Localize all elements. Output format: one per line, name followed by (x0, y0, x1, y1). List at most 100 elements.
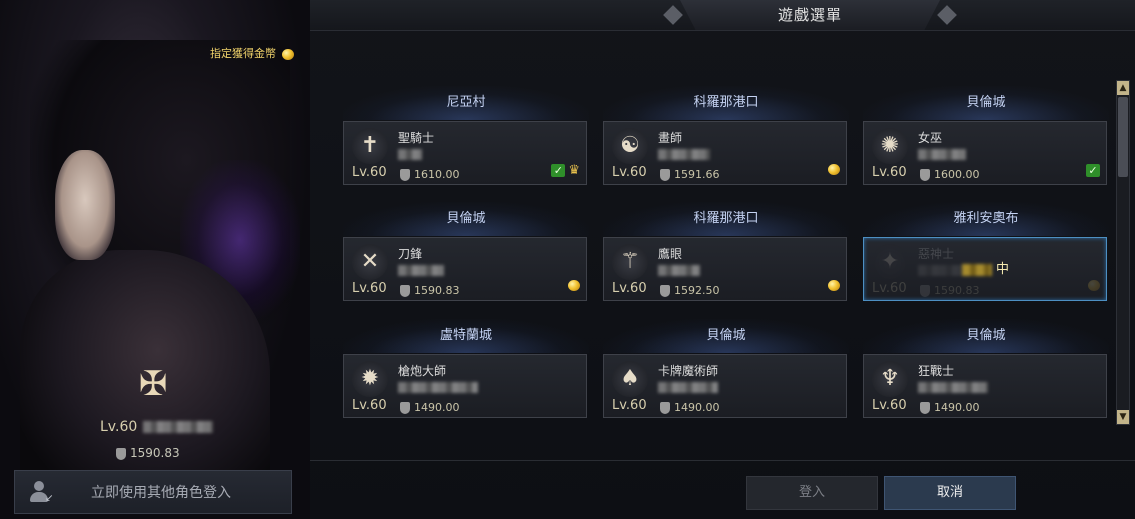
blurred-character-name (143, 421, 214, 433)
character-card-selected[interactable]: ✦ 惡神士 Lv.60 1590.83 中 (863, 237, 1107, 301)
class-emblem-icon: ✠ (138, 364, 168, 404)
card-status: 中 (962, 258, 1009, 277)
blurred-character-name (918, 265, 962, 276)
item-level-icon (920, 285, 930, 297)
item-level-icon (920, 402, 930, 414)
item-level-icon (660, 402, 670, 414)
game-menu: 遊戲選單 尼亞村 ✝ 聖騎士 Lv.60 1610.00 ✓ ♛ 科羅那港口 ☯… (310, 0, 1135, 519)
arcanist-icon: ♠ (612, 361, 648, 397)
location-label: 貝倫城 (863, 319, 1109, 353)
character-card[interactable]: ✝ 聖騎士 Lv.60 1610.00 ✓ ♛ (343, 121, 587, 185)
scroll-up-icon[interactable]: ▲ (1117, 81, 1129, 95)
card-level: Lv.60 (872, 398, 907, 413)
item-level-icon (400, 402, 410, 414)
gold-hint-label: 指定獲得金幣 (210, 47, 276, 60)
item-level-icon (920, 169, 930, 181)
blurred-character-name (398, 265, 444, 276)
class-icon: ✦ (872, 244, 908, 280)
person-switch-icon: ↙ (29, 480, 55, 504)
card-item-level: 1600.00 (920, 168, 980, 181)
crown-icon: ♛ (568, 163, 580, 178)
item-level-icon (400, 285, 410, 297)
card-status-text: 中 (996, 262, 1010, 277)
menu-header: 遊戲選單 (310, 0, 1135, 31)
location-label: 科羅那港口 (603, 86, 849, 120)
cancel-button[interactable]: 取消 (884, 476, 1016, 510)
artist-icon: ☯ (612, 128, 648, 164)
blurred-character-name (918, 149, 966, 160)
card-badges: ✓ ♛ (551, 164, 580, 177)
location-label: 盧特蘭城 (343, 319, 589, 353)
character-card[interactable]: ✺ 女巫 Lv.60 1600.00 ✓ (863, 121, 1107, 185)
class-name: 女巫 (918, 131, 943, 145)
blurred-character-name (658, 382, 718, 393)
character-card[interactable]: ☯ 畫師 Lv.60 1591.66 (603, 121, 847, 185)
blurred-character-name (398, 149, 422, 160)
coin-icon (282, 48, 294, 60)
coin-icon (828, 280, 840, 291)
login-button[interactable]: 登入 (746, 476, 878, 510)
coin-icon (568, 280, 580, 291)
blurred-character-name (918, 382, 988, 393)
card-level: Lv.60 (612, 398, 647, 413)
gold-hint: 指定獲得金幣 (210, 45, 294, 61)
card-item-level: 1610.00 (400, 168, 460, 181)
character-list-scrollbar[interactable]: ▲ ▼ (1116, 80, 1130, 425)
card-item-level: 1592.50 (660, 284, 720, 297)
item-level-icon (116, 447, 126, 460)
character-card[interactable]: ♆ 狂戰士 Lv.60 1490.00 (863, 354, 1107, 418)
character-card[interactable]: ✕ 刀鋒 Lv.60 1590.83 (343, 237, 587, 301)
card-level: Lv.60 (612, 165, 647, 180)
character-level: Lv.60 (100, 419, 214, 435)
card-item-level: 1590.83 (400, 284, 460, 297)
character-level-value: Lv.60 (100, 419, 138, 435)
card-level: Lv.60 (872, 281, 907, 296)
class-name: 刀鋒 (398, 247, 423, 261)
coin-icon (828, 164, 840, 175)
card-level: Lv.60 (872, 165, 907, 180)
berserker-icon: ♆ (872, 361, 908, 397)
location-label: 科羅那港口 (603, 202, 849, 236)
character-item-level: 1590.83 (116, 446, 180, 460)
footer-divider (310, 460, 1135, 461)
location-label: 尼亞村 (343, 86, 589, 120)
blurred-character-name (658, 265, 700, 276)
class-name: 聖騎士 (398, 131, 435, 145)
card-item-level: 1490.00 (660, 401, 720, 414)
card-item-level: 1490.00 (400, 401, 460, 414)
character-panel: 指定獲得金幣 ✠ Lv.60 1590.83 ↙ 立即使用其他角色登入 (0, 0, 310, 519)
location-label: 貝倫城 (603, 319, 849, 353)
card-badges (568, 280, 580, 291)
location-label: 貝倫城 (863, 86, 1109, 120)
card-item-level: 1490.00 (920, 401, 980, 414)
sorceress-icon: ✺ (872, 128, 908, 164)
character-grid: 尼亞村 ✝ 聖騎士 Lv.60 1610.00 ✓ ♛ 科羅那港口 ☯ 畫師 L… (310, 80, 1115, 430)
blurred-character-name (398, 382, 478, 393)
character-portrait (55, 150, 115, 260)
card-badges (1088, 280, 1100, 291)
coin-icon (1088, 280, 1100, 291)
check-icon: ✓ (1086, 164, 1100, 177)
class-name: 狂戰士 (918, 364, 955, 378)
location-label: 貝倫城 (343, 202, 589, 236)
card-item-level: 1591.66 (660, 168, 720, 181)
character-item-level-value: 1590.83 (130, 446, 180, 460)
card-badges: ✓ (1086, 164, 1100, 177)
class-name: 畫師 (658, 131, 683, 145)
deathblade-icon: ✕ (352, 244, 388, 280)
scroll-thumb[interactable] (1118, 97, 1128, 177)
card-badges (828, 164, 840, 175)
card-level: Lv.60 (352, 165, 387, 180)
class-name: 鷹眼 (658, 247, 683, 261)
character-card[interactable]: ✹ 槍炮大師 Lv.60 1490.00 (343, 354, 587, 418)
scroll-down-icon[interactable]: ▼ (1117, 410, 1129, 424)
card-badges (828, 280, 840, 291)
class-name: 卡牌魔術師 (658, 364, 719, 378)
character-card[interactable]: ⚚ 鷹眼 Lv.60 1592.50 (603, 237, 847, 301)
item-level-icon (660, 169, 670, 181)
item-level-icon (400, 169, 410, 181)
menu-title: 遊戲選單 (777, 6, 842, 24)
blurred-status (962, 263, 992, 276)
switch-character-login-button[interactable]: ↙ 立即使用其他角色登入 (14, 470, 292, 514)
character-card[interactable]: ♠ 卡牌魔術師 Lv.60 1490.00 (603, 354, 847, 418)
